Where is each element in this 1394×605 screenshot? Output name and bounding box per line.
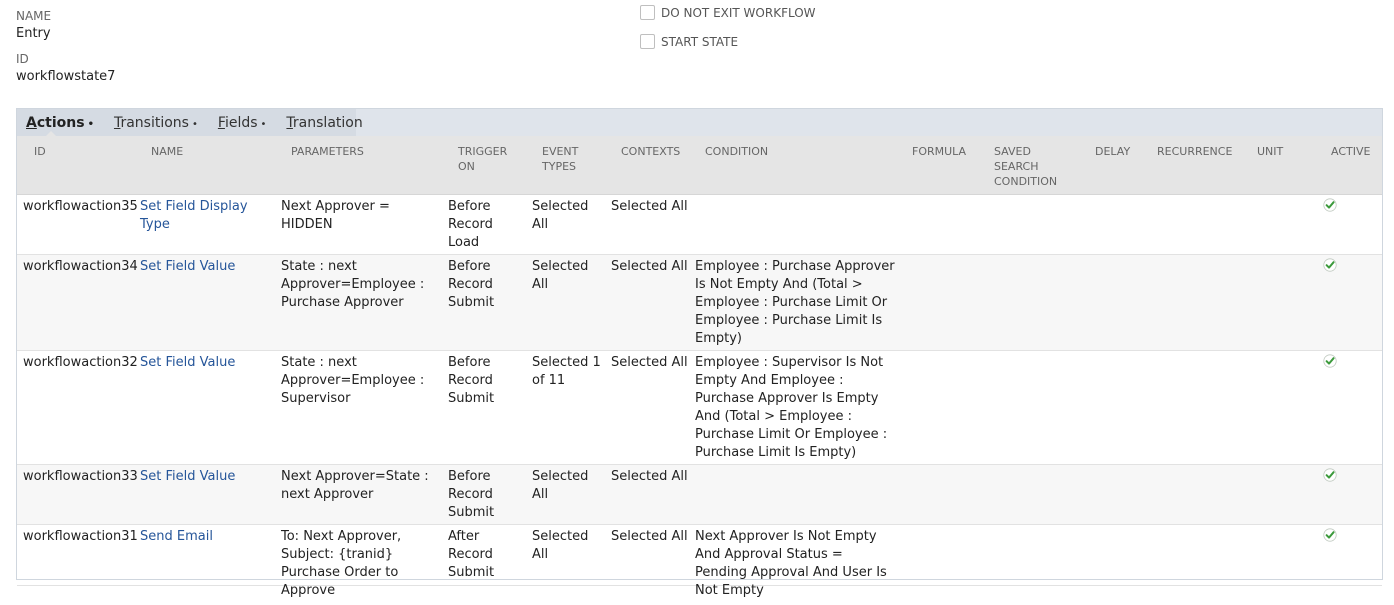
cell-contexts: Selected All <box>611 529 688 544</box>
cell-event-types: Selected All <box>532 199 589 232</box>
name-label: NAME <box>16 9 52 23</box>
cell-trigger-on: Before Record Submit <box>448 355 495 406</box>
tab-actions-dot: • <box>87 118 94 130</box>
actions-table: ID NAME PARAMETERS TRIGGER ON EVENT TYPE… <box>17 136 1382 598</box>
active-check-icon <box>1323 528 1337 542</box>
col-header-recurrence[interactable]: RECURRENCE <box>1157 144 1232 159</box>
col-header-condition[interactable]: CONDITION <box>705 144 768 159</box>
tab-actions[interactable]: Actions • <box>26 115 94 131</box>
cell-trigger-on: After Record Submit <box>448 529 495 580</box>
tab-fields-dot: • <box>260 118 267 130</box>
col-header-trigger-on[interactable]: TRIGGER ON <box>458 144 518 174</box>
cell-parameters: Next Approver = HIDDEN <box>281 199 390 232</box>
cell-id: workflowaction31 <box>23 529 138 544</box>
col-header-name[interactable]: NAME <box>151 144 183 159</box>
tab-fields[interactable]: Fields • <box>218 115 267 131</box>
name-value: Entry <box>16 26 51 41</box>
cell-id: workflowaction34 <box>23 259 138 274</box>
cell-event-types: Selected All <box>532 259 589 292</box>
tab-actions-hotkey: A <box>26 114 37 131</box>
cell-name[interactable]: Set Field Value <box>140 258 280 276</box>
do-not-exit-workflow-row: DO NOT EXIT WORKFLOW <box>640 5 816 20</box>
tab-transitions[interactable]: Transitions • <box>114 115 198 131</box>
cell-name[interactable]: Set Field Value <box>140 354 280 372</box>
table-row[interactable]: workflowaction33 Set Field Value Next Appr… <box>17 465 1382 525</box>
cell-parameters: State : next Approver=Employee : Purchas… <box>281 259 425 310</box>
do-not-exit-workflow-label: DO NOT EXIT WORKFLOW <box>661 5 816 20</box>
active-check-icon <box>1323 198 1337 212</box>
cell-parameters: To: Next Approver, Subject: {tranid} Pur… <box>281 529 402 598</box>
cell-contexts: Selected All <box>611 355 688 370</box>
cell-condition: Employee : Supervisor Is Not Empty And E… <box>695 355 888 460</box>
cell-condition: Next Approver Is Not Empty And Approval … <box>695 529 887 598</box>
table-row[interactable]: workflowaction32 Set Field Value State : n… <box>17 351 1382 465</box>
cell-id: workflowaction32 <box>23 355 138 370</box>
cell-id: workflowaction33 <box>23 469 138 484</box>
cell-trigger-on: Before Record Submit <box>448 259 495 310</box>
actions-panel: Actions • Transitions • Fields • Translatio… <box>16 108 1383 598</box>
tab-translation[interactable]: Translation <box>286 115 362 131</box>
cell-parameters: Next Approver=State : next Approver <box>281 469 429 502</box>
cell-name[interactable]: Set Field Display Type <box>140 198 280 234</box>
cell-contexts: Selected All <box>611 199 688 214</box>
tab-strip: Actions • Transitions • Fields • Translatio… <box>17 109 363 136</box>
col-header-unit[interactable]: UNIT <box>1257 144 1283 159</box>
col-header-id[interactable]: ID <box>34 144 46 159</box>
active-check-icon <box>1323 354 1337 368</box>
cell-trigger-on: Before Record Submit <box>448 469 495 520</box>
tab-transitions-dot: • <box>191 118 198 130</box>
cell-trigger-on: Before Record Load <box>448 199 493 250</box>
tab-actions-label: ctions <box>36 114 85 131</box>
tab-transitions-label: ransitions <box>120 114 189 131</box>
start-state-checkbox[interactable] <box>640 34 655 49</box>
tab-translation-label: ranslation <box>292 114 363 131</box>
tab-fields-label: ields <box>224 114 258 131</box>
cell-name[interactable]: Set Field Value <box>140 468 280 486</box>
col-header-active[interactable]: ACTIVE <box>1331 144 1370 159</box>
id-value: workflowstate7 <box>16 69 116 84</box>
col-header-formula[interactable]: FORMULA <box>912 144 966 159</box>
cell-id: workflowaction35 <box>23 199 138 214</box>
table-row[interactable]: workflowaction31 Send Email To: Next Appro… <box>17 525 1382 598</box>
col-header-event-types[interactable]: EVENT TYPES <box>542 144 592 174</box>
cell-name[interactable]: Send Email <box>140 528 280 546</box>
col-header-saved-search-condition[interactable]: SAVED SEARCH CONDITION <box>994 144 1064 189</box>
cell-contexts: Selected All <box>611 259 688 274</box>
table-row[interactable]: workflowaction34 Set Field Value State : n… <box>17 255 1382 351</box>
cell-event-types: Selected All <box>532 469 589 502</box>
cell-event-types: Selected All <box>532 529 589 562</box>
table-row[interactable]: workflowaction35 Set Field Display Type Ne… <box>17 195 1382 255</box>
tab-fields-hotkey: F <box>217 114 225 131</box>
col-header-parameters[interactable]: PARAMETERS <box>291 144 364 159</box>
start-state-label: START STATE <box>661 34 739 49</box>
do-not-exit-workflow-checkbox[interactable] <box>640 5 655 20</box>
cell-parameters: State : next Approver=Employee : Supervi… <box>281 355 425 406</box>
cell-condition: Employee : Purchase Approver Is Not Empt… <box>695 259 895 346</box>
active-check-icon <box>1323 468 1337 482</box>
cell-event-types: Selected 1 of 11 <box>532 355 601 388</box>
id-label: ID <box>16 52 29 66</box>
active-check-icon <box>1323 258 1337 272</box>
start-state-row: START STATE <box>640 34 738 49</box>
tab-bar: Actions • Transitions • Fields • Translatio… <box>17 109 1382 137</box>
cell-contexts: Selected All <box>611 469 688 484</box>
col-header-delay[interactable]: DELAY <box>1095 144 1130 159</box>
col-header-contexts[interactable]: CONTEXTS <box>621 144 680 159</box>
table-header: ID NAME PARAMETERS TRIGGER ON EVENT TYPE… <box>17 136 1382 195</box>
